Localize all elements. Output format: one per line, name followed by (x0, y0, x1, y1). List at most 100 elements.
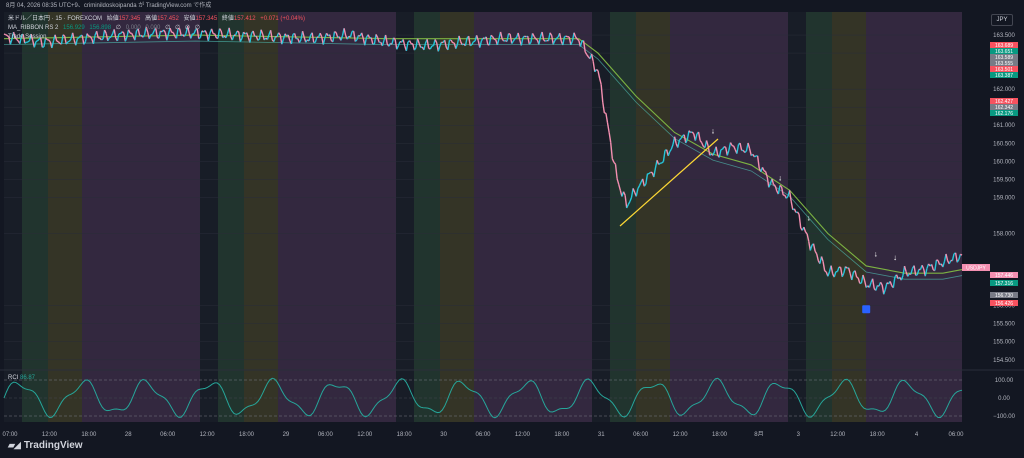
legend-close: 157.412 (233, 16, 256, 22)
session-band (866, 12, 914, 422)
session-band (522, 12, 592, 422)
price-badge-label: 163.387 (995, 73, 1013, 79)
price-badge-label: 157.446 (995, 273, 1013, 279)
session-band (396, 12, 414, 422)
session-band (914, 12, 962, 422)
rci-value: 86.87 (20, 375, 36, 381)
down-arrow-icon: ↓ (807, 213, 811, 222)
footer-bar (0, 436, 1024, 458)
price-tick-label: 155.500 (993, 322, 1015, 328)
price-segment (5, 34, 8, 37)
ma-value-3: ∅ (115, 25, 122, 31)
legend-open-label: 始値 (106, 16, 119, 22)
legend-low: 157.345 (195, 16, 218, 22)
session-band (130, 12, 200, 422)
price-segment (731, 144, 734, 147)
ma-value-1: 156.929 (63, 25, 85, 31)
price-tick-label: 163.500 (993, 33, 1015, 39)
session-band (832, 12, 866, 422)
ma-value-8: ∅ (184, 25, 191, 31)
price-tick-label: 155.000 (993, 340, 1015, 346)
legend-change: +0.071 (+0.04%) (260, 16, 305, 22)
session-band (718, 12, 788, 422)
price-segment (661, 161, 664, 164)
session-band (200, 12, 218, 422)
price-segment (469, 44, 473, 47)
chart-legend: 米ドル／日本円 · 15 · FOREXCOM 始値157.345 高値157.… (8, 15, 305, 42)
legend-open: 157.345 (118, 16, 141, 22)
ma-value-7: ∅ (174, 25, 181, 31)
session-band (610, 12, 636, 422)
last-price-tag-label: USDJPY (966, 266, 986, 272)
price-segment (473, 40, 476, 43)
price-segment (658, 162, 661, 166)
session-band (218, 12, 244, 422)
price-segment (535, 38, 538, 41)
session-band (4, 12, 22, 422)
price-tick-label: 158.000 (993, 231, 1015, 237)
price-segment (723, 146, 726, 148)
session-band (278, 12, 326, 422)
price-segment (754, 155, 757, 158)
price-badge-label: 156.426 (995, 301, 1013, 307)
rci-tick-label: 0.00 (998, 396, 1010, 402)
price-axis: 154.500155.000155.500156.000158.000159.0… (962, 33, 1018, 364)
session-band (670, 12, 718, 422)
trade-session-bands (4, 12, 962, 422)
ma-value-5: 0.000 (145, 25, 161, 31)
rci-tick-label: 100.00 (995, 378, 1014, 384)
price-segment (960, 253, 963, 256)
session-band (22, 12, 48, 422)
currency-badge[interactable]: JPY (991, 14, 1013, 26)
price-segment (763, 170, 766, 173)
session-band (440, 12, 474, 422)
price-segment (493, 38, 496, 41)
price-segment (524, 35, 527, 38)
down-arrow-icon: ↓ (778, 174, 782, 183)
price-segment (720, 148, 723, 151)
session-band (592, 12, 610, 422)
down-arrow-icon: ↓ (874, 249, 878, 258)
legend-low-label: 安値 (183, 16, 196, 22)
price-segment (334, 31, 337, 34)
price-segment (543, 39, 546, 42)
rci-tick-label: −100.00 (993, 414, 1016, 420)
price-tick-label: 160.000 (993, 159, 1015, 165)
price-segment (3, 33, 6, 36)
price-tick-label: 159.000 (993, 195, 1015, 201)
session-band (788, 12, 806, 422)
legend-high-label: 高値 (145, 16, 158, 22)
price-segment (856, 276, 859, 279)
tradingview-logo-icon: ▰◢ (8, 440, 21, 450)
price-segment (24, 41, 27, 44)
legend-indicator-trade-session[interactable]: Trade Session (8, 34, 46, 40)
tradingview-logo: ▰◢ TradingView (8, 440, 83, 451)
price-segment (514, 37, 517, 40)
session-band (326, 12, 396, 422)
rci-label: RCI (8, 375, 19, 381)
price-tick-label: 159.500 (993, 177, 1015, 183)
price-segment (564, 35, 567, 38)
legend-symbol[interactable]: 米ドル／日本円 · 15 · FOREXCOM (8, 16, 102, 22)
legend-indicator-ma-ribbon[interactable]: MA_RIBBON RS 2 (8, 25, 58, 31)
chart-header-timestamp: 8月 04, 2026 08:35 UTC+9、criminildoskoipa… (0, 0, 1024, 12)
price-chart[interactable]: ↓↓↓↓ ↓ 154.500155.000155.500156.000158.00… (0, 12, 1024, 444)
price-tick-label: 154.500 (993, 358, 1015, 364)
price-segment (936, 259, 939, 262)
price-badge-label: 157.316 (995, 281, 1013, 287)
session-band (414, 12, 440, 422)
price-badge-label: 156.730 (995, 293, 1013, 299)
session-band (82, 12, 130, 422)
price-tick-label: 161.000 (993, 123, 1015, 129)
down-arrow-icon: ↓ (711, 127, 715, 136)
price-segment (556, 36, 559, 39)
session-band (474, 12, 522, 422)
down-arrow-icon: ↓ (893, 253, 897, 262)
tradingview-wordmark: TradingView (23, 440, 83, 451)
ma-value-9: ∅ (194, 25, 201, 31)
ma-value-6: ∅ (165, 25, 171, 31)
price-segment (824, 270, 827, 273)
session-band (636, 12, 670, 422)
legend-high: 157.452 (157, 16, 179, 22)
session-band (48, 12, 82, 422)
